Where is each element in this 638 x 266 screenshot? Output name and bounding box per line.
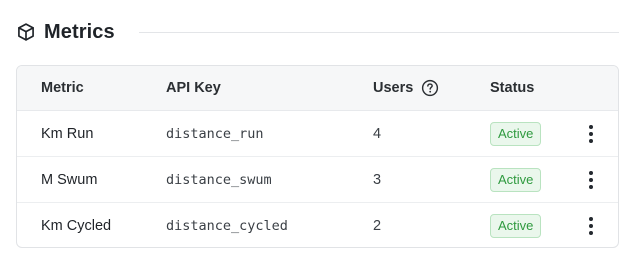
status-cell: Active — [490, 203, 542, 247]
section-title: Metrics — [44, 20, 115, 43]
table-row: Km Run distance_run 4 Active — [17, 111, 618, 157]
status-badge: Active — [490, 121, 542, 146]
api-key: distance_swum — [166, 171, 272, 188]
column-header-status: Status — [490, 80, 535, 96]
users-count: 4 — [373, 125, 382, 142]
api-key: distance_run — [166, 125, 264, 142]
status-cell: Active — [490, 157, 542, 202]
table-row: M Swum distance_swum 3 Active — [17, 157, 618, 203]
metric-name: Km Run — [41, 125, 94, 142]
column-header-metric: Metric — [41, 80, 84, 96]
status-badge: Active — [490, 167, 542, 192]
cube-icon — [16, 22, 36, 42]
column-header-users-label: Users — [373, 80, 414, 96]
table-header-row: Metric API Key Users Status — [17, 66, 618, 111]
section-divider — [138, 31, 619, 33]
metric-name: Km Cycled — [41, 217, 112, 234]
question-circle-icon[interactable] — [421, 79, 439, 97]
api-key: distance_cycled — [166, 217, 288, 234]
table-row: Km Cycled distance_cycled 2 Active — [17, 203, 618, 247]
users-count: 3 — [373, 171, 382, 188]
status-badge: Active — [490, 213, 542, 238]
column-header-api-key: API Key — [166, 80, 221, 96]
row-menu — [579, 157, 603, 202]
row-menu — [579, 111, 603, 156]
kebab-menu-icon[interactable] — [581, 168, 601, 192]
section-header: Metrics — [16, 16, 619, 48]
kebab-menu-icon[interactable] — [581, 214, 601, 238]
row-menu — [579, 203, 603, 247]
metric-name: M Swum — [41, 171, 98, 188]
status-cell: Active — [490, 111, 542, 156]
kebab-menu-icon[interactable] — [581, 122, 601, 146]
users-count: 2 — [373, 217, 382, 234]
column-header-users: Users — [373, 66, 439, 110]
metrics-table: Metric API Key Users Status Km Run dista… — [16, 65, 619, 248]
